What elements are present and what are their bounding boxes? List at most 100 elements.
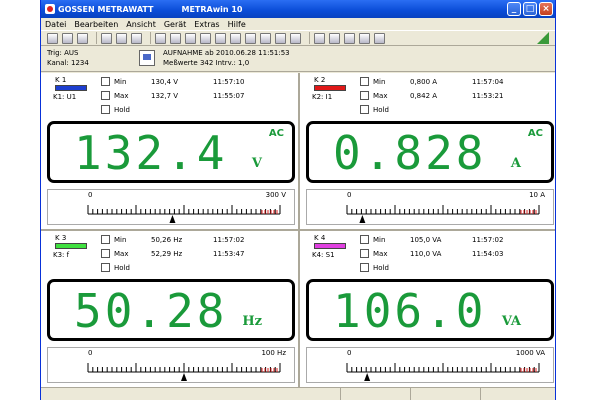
scale-ticks (346, 363, 540, 381)
connect-icon[interactable] (101, 32, 112, 44)
record-stop-icon[interactable] (275, 32, 286, 44)
channel-name: K 3 (55, 234, 67, 242)
scope-view-icon[interactable] (245, 32, 256, 44)
channel-label[interactable]: K 2 (314, 76, 346, 91)
max-option[interactable]: Max (101, 249, 128, 258)
max-value: 52,29 Hz (151, 250, 183, 258)
hold-checkbox[interactable] (360, 263, 369, 272)
save-file-icon[interactable] (77, 32, 88, 44)
channel-color-swatch (55, 243, 87, 249)
menu-ansicht[interactable]: Ansicht (126, 20, 156, 29)
lcd-display: 0.828 AC A (306, 121, 554, 183)
scale-pointer[interactable] (359, 215, 366, 223)
channel-status: Kanal: 1234 (47, 59, 89, 67)
lcd-reading: 50.28 (74, 284, 228, 338)
min-option[interactable]: Min (101, 77, 126, 86)
min-checkbox[interactable] (101, 235, 110, 244)
close-button[interactable]: × (539, 2, 553, 16)
max-option[interactable]: Max (360, 91, 387, 100)
hold-checkbox[interactable] (101, 263, 110, 272)
lcd-reading: 132.4 (74, 126, 228, 180)
channel-grid: K 1 K1: U1 Min Max Hold 130,4 V 11:57:10… (41, 73, 555, 387)
hold-option[interactable]: Hold (360, 105, 389, 114)
ac-indicator: AC (268, 128, 284, 139)
channel-panel: K 4 K4: S1 Min Max Hold 105,0 VA 11:57:0… (300, 231, 555, 387)
help-icon[interactable] (374, 32, 385, 44)
print-icon[interactable] (314, 32, 325, 44)
max-checkbox[interactable] (101, 91, 110, 100)
chart-view-icon[interactable] (200, 32, 211, 44)
hold-option[interactable]: Hold (101, 263, 130, 272)
status-bar (41, 387, 555, 400)
channel-label[interactable]: K 3 (55, 234, 87, 249)
channel-label[interactable]: K 4 (314, 234, 346, 249)
max-option[interactable]: Max (101, 91, 128, 100)
min-checkbox[interactable] (101, 77, 110, 86)
scale-pointer[interactable] (181, 373, 187, 381)
min-time: 11:57:04 (472, 78, 504, 86)
unit-label: A (510, 156, 521, 171)
list-view-icon[interactable] (170, 32, 181, 44)
new-file-icon[interactable] (47, 32, 58, 44)
maximize-button[interactable]: □ (523, 2, 537, 16)
menu-bar: Datei Bearbeiten Ansicht Gerät Extras Hi… (41, 18, 555, 30)
channel-color-swatch (55, 85, 87, 91)
max-checkbox[interactable] (101, 249, 110, 258)
max-label: Max (373, 249, 388, 258)
status-cell-2 (341, 388, 411, 400)
menu-geraet[interactable]: Gerät (164, 20, 186, 29)
timer-icon[interactable] (290, 32, 301, 44)
channel-description: K3: f (53, 251, 70, 259)
channel-label[interactable]: K 1 (55, 76, 87, 91)
xy-view-icon[interactable] (215, 32, 226, 44)
hold-option[interactable]: Hold (101, 105, 130, 114)
multimeter-view-icon[interactable] (155, 32, 166, 44)
max-option[interactable]: Max (360, 249, 387, 258)
menu-datei[interactable]: Datei (45, 20, 66, 29)
max-checkbox[interactable] (360, 249, 369, 258)
lcd-reading: 106.0 (333, 284, 487, 338)
scale-ticks (87, 205, 281, 223)
max-time: 11:53:47 (213, 250, 245, 258)
min-value: 130,4 V (151, 78, 179, 86)
min-option[interactable]: Min (360, 77, 385, 86)
status-cell-3 (411, 388, 481, 400)
zoom-out-icon[interactable] (359, 32, 370, 44)
ac-indicator: AC (527, 128, 543, 139)
min-checkbox[interactable] (360, 77, 369, 86)
open-file-icon[interactable] (62, 32, 73, 44)
hold-checkbox[interactable] (360, 105, 369, 114)
max-value: 110,0 VA (410, 250, 442, 258)
measurement-count: Meßwerte 342 Intrv.: 1,0 (163, 59, 250, 67)
scale-ticks (87, 363, 281, 381)
max-checkbox[interactable] (360, 91, 369, 100)
max-value: 0,842 A (410, 92, 438, 100)
table-view-icon[interactable] (185, 32, 196, 44)
title-bar[interactable]: GOSSEN METRAWATT METRAwin 10 _ □ × (41, 0, 555, 18)
scale-pointer[interactable] (364, 373, 371, 381)
min-checkbox[interactable] (360, 235, 369, 244)
print-preview-icon[interactable] (329, 32, 340, 44)
min-option[interactable]: Min (360, 235, 385, 244)
device-settings-icon[interactable] (131, 32, 142, 44)
min-time: 11:57:02 (213, 236, 245, 244)
channel-config-icon[interactable] (116, 32, 127, 44)
channel-description: K4: S1 (312, 251, 335, 259)
record-start-icon[interactable] (260, 32, 271, 44)
max-label: Max (373, 91, 388, 100)
hold-checkbox[interactable] (101, 105, 110, 114)
zoom-in-icon[interactable] (344, 32, 355, 44)
scale-pointer[interactable] (169, 215, 176, 223)
hold-option[interactable]: Hold (360, 263, 389, 272)
toolbar-separator (309, 32, 310, 44)
min-label: Min (373, 77, 386, 86)
menu-hilfe[interactable]: Hilfe (228, 20, 246, 29)
menu-bearbeiten[interactable]: Bearbeiten (74, 20, 118, 29)
min-option[interactable]: Min (101, 235, 126, 244)
recorder-icon (139, 50, 155, 66)
trend-view-icon[interactable] (230, 32, 241, 44)
channel-color-swatch (314, 85, 346, 91)
menu-extras[interactable]: Extras (194, 20, 219, 29)
minimize-button[interactable]: _ (507, 2, 521, 16)
min-time: 11:57:02 (472, 236, 504, 244)
